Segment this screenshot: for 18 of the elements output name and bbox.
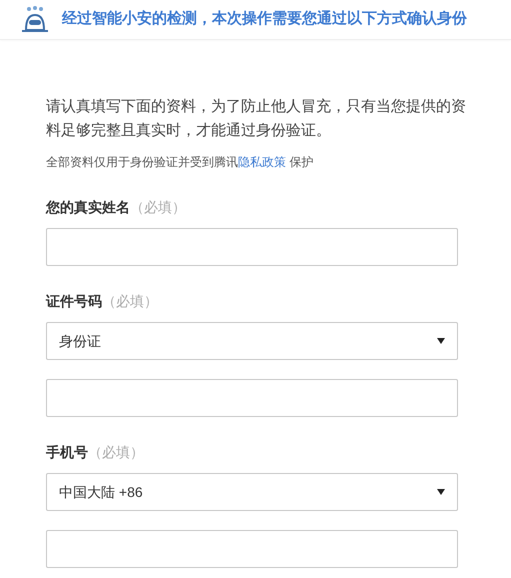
input-field[interactable] bbox=[46, 379, 458, 417]
header-title: 经过智能小安的检测，本次操作需要您通过以下方式确认身份 bbox=[62, 9, 467, 30]
input-field[interactable] bbox=[46, 530, 458, 568]
caret-icon bbox=[437, 338, 445, 344]
select-field[interactable]: 身份证 bbox=[46, 322, 458, 360]
select-field[interactable]: 中国大陆 +86 bbox=[46, 473, 458, 511]
field-label: 证件号码 bbox=[46, 293, 102, 309]
required-hint: （必填） bbox=[130, 199, 186, 215]
intro-text: 请认真填写下面的资料，为了防止他人冒充，只有当您提供的资料足够完整且真实时，才能通过身份验证。 bbox=[46, 97, 466, 141]
caret-icon bbox=[437, 489, 445, 495]
input-field[interactable] bbox=[46, 228, 458, 266]
required-hint: （必填） bbox=[102, 293, 158, 309]
robot-icon bbox=[20, 6, 50, 34]
required-hint: （必填） bbox=[88, 444, 144, 460]
field-label: 手机号 bbox=[46, 444, 88, 460]
privacy-note: 全部资料仅用于身份验证并受到腾讯隐私政策 保护 bbox=[46, 154, 314, 171]
field-label: 您的真实姓名 bbox=[46, 199, 130, 215]
privacy-link[interactable]: 隐私政策 bbox=[238, 155, 286, 169]
